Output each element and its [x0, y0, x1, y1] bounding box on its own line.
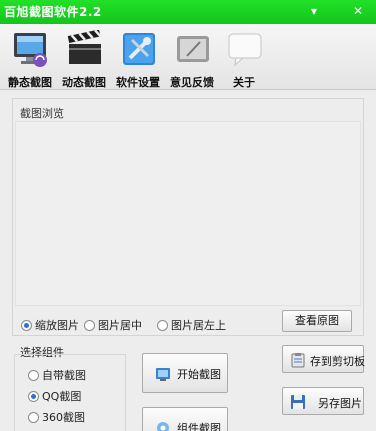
- toolbar-dynamic-capture[interactable]: 动态截图: [58, 28, 110, 90]
- toolbar-label: 静态截图: [8, 76, 52, 89]
- toolbar-about[interactable]: 关于: [218, 28, 270, 90]
- save-clipboard-button[interactable]: 存到剪切板: [282, 345, 365, 373]
- floppy-disk-icon: [291, 395, 305, 409]
- clipboard-icon: [291, 353, 305, 368]
- capture-icon: [156, 368, 170, 381]
- radio-qq-capture[interactable]: QQ截图: [28, 388, 81, 403]
- radio-top-left-image[interactable]: 图片居左上: [157, 317, 226, 332]
- minimize-button[interactable]: ▾: [304, 2, 324, 20]
- radio-center-image[interactable]: 图片居中: [84, 317, 142, 332]
- toolbar-label: 动态截图: [62, 76, 106, 89]
- toolbar-label: 软件设置: [116, 76, 160, 89]
- clapperboard-icon: [67, 30, 102, 64]
- preview-title: 截图浏览: [20, 107, 64, 120]
- speech-bubble-icon: [228, 33, 262, 67]
- feedback-tablet-icon: [177, 36, 209, 62]
- close-button[interactable]: ✕: [348, 2, 368, 20]
- preview-panel: 截图浏览 缩放图片 图片居中 图片居左上: [12, 98, 364, 336]
- toolbar-settings[interactable]: 软件设置: [112, 28, 164, 90]
- toolbar: 静态截图 动态截图 软件设置 意见反馈 关于: [0, 24, 376, 90]
- start-capture-button[interactable]: 开始截图: [142, 353, 228, 393]
- component-gear-icon: [157, 422, 169, 431]
- title-bar[interactable]: 百旭截图软件2.2 ▾ ✕: [0, 0, 376, 24]
- view-original-button[interactable]: 查看原图: [282, 310, 352, 332]
- radio-indicator[interactable]: [84, 320, 95, 331]
- component-capture-button[interactable]: 组件截图: [142, 407, 228, 431]
- toolbar-label: 关于: [233, 76, 255, 89]
- radio-indicator[interactable]: [28, 391, 39, 402]
- save-image-button[interactable]: 另存图片: [282, 387, 364, 415]
- settings-tools-icon: [123, 33, 155, 65]
- radio-indicator[interactable]: [21, 320, 32, 331]
- radio-indicator[interactable]: [157, 320, 168, 331]
- radio-builtin-capture[interactable]: 自带截图: [28, 367, 86, 382]
- radio-indicator[interactable]: [28, 370, 39, 381]
- toolbar-label: 意见反馈: [170, 76, 214, 89]
- preview-area: [15, 121, 361, 306]
- radio-360-capture[interactable]: 360截图: [28, 409, 85, 424]
- monitor-icon: [14, 33, 47, 67]
- window-title: 百旭截图软件2.2: [4, 5, 102, 19]
- radio-indicator[interactable]: [28, 412, 39, 423]
- toolbar-feedback[interactable]: 意见反馈: [166, 28, 218, 90]
- radio-scale-image[interactable]: 缩放图片: [21, 317, 79, 332]
- toolbar-static-capture[interactable]: 静态截图: [4, 28, 56, 90]
